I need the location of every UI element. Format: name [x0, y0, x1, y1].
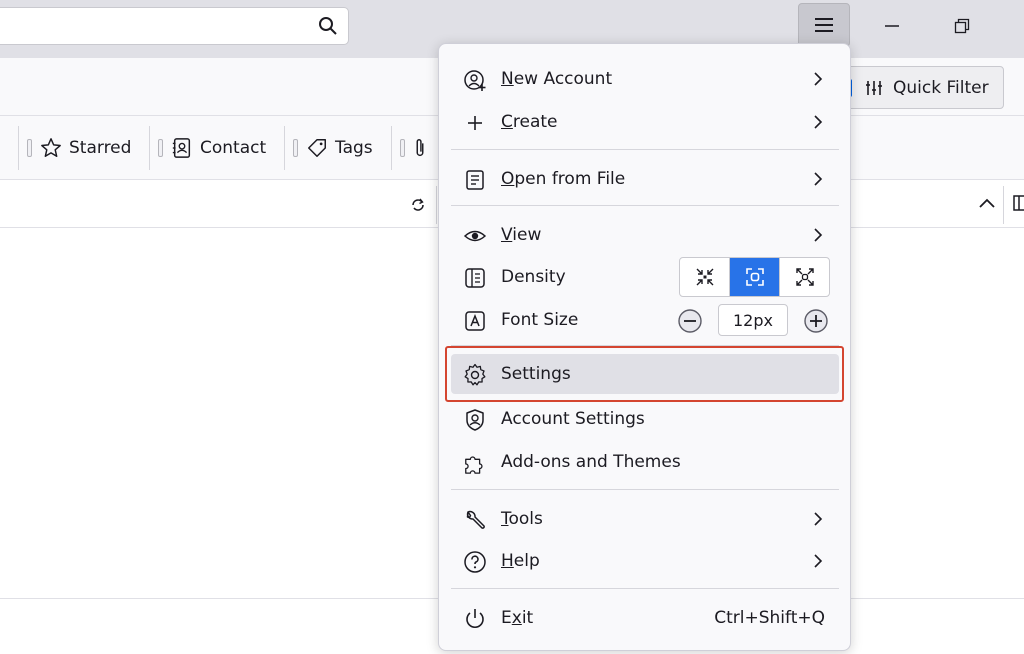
sort-ascending-icon[interactable] [978, 196, 996, 210]
menu-item-addons-themes[interactable]: Add-ons and Themes [451, 442, 839, 482]
menu-item-exit[interactable]: Exit Ctrl+Shift+Q [451, 598, 839, 638]
quick-filter-button[interactable]: Quick Filter [846, 66, 1004, 109]
font-size-value[interactable]: 12px [718, 304, 788, 336]
puzzle-piece-icon [465, 456, 483, 474]
chevron-right-icon [814, 228, 823, 242]
restore-icon [954, 18, 970, 34]
expand-icon [795, 268, 814, 286]
chevron-right-icon [814, 172, 823, 186]
filter-attachment[interactable] [391, 126, 438, 170]
restore-button[interactable] [942, 8, 982, 44]
font-size-icon [465, 311, 485, 331]
menu-item-new-account[interactable]: New Account [451, 59, 839, 99]
minimize-icon [885, 25, 899, 27]
menu-item-view[interactable]: View [451, 215, 839, 255]
plus-icon [468, 116, 482, 130]
filter-contact[interactable]: Contact [149, 126, 284, 170]
addons-label: Add-ons and Themes [501, 452, 681, 472]
menu-separator [451, 489, 839, 490]
density-normal-button[interactable] [730, 258, 780, 296]
address-book-icon [172, 138, 191, 158]
filter-starred[interactable]: Starred [18, 126, 149, 170]
eye-icon [463, 230, 487, 242]
menu-item-create[interactable]: Create [451, 102, 839, 142]
thread-sync-icon[interactable] [409, 196, 427, 214]
chevron-right-icon [814, 554, 823, 568]
settings-highlight-frame [445, 346, 844, 402]
star-icon [41, 138, 61, 157]
chevron-right-icon [814, 512, 823, 526]
menu-item-account-settings[interactable]: Account Settings [451, 399, 839, 439]
exit-shortcut: Ctrl+Shift+Q [714, 608, 825, 628]
density-touch-button[interactable] [780, 258, 829, 296]
chevron-right-icon [814, 72, 823, 86]
power-icon [466, 609, 484, 628]
menu-item-open-from-file[interactable]: Open from File [451, 159, 839, 199]
help-label: Help [501, 551, 540, 571]
tag-icon [308, 139, 326, 157]
menu-item-tools[interactable]: Tools [451, 499, 839, 539]
file-icon [466, 170, 484, 190]
density-compact-button[interactable] [680, 258, 730, 296]
filter-tags[interactable]: Tags [284, 126, 391, 170]
menu-separator [451, 588, 839, 589]
tools-label: Tools [501, 509, 543, 529]
create-label: Create [501, 112, 558, 132]
open-from-file-label: Open from File [501, 169, 626, 189]
account-settings-icon [466, 409, 484, 431]
search-input[interactable] [0, 7, 349, 45]
compress-icon [696, 268, 713, 286]
filter-sliders-icon [866, 80, 882, 95]
menu-separator [451, 205, 839, 206]
menu-separator [451, 149, 839, 150]
help-icon [464, 551, 486, 573]
new-account-icon [464, 70, 486, 91]
new-account-label: New Account [501, 69, 613, 89]
filter-contact-label: Contact [200, 138, 267, 158]
minimize-button[interactable] [872, 8, 912, 44]
exit-label: Exit [501, 608, 534, 628]
focus-frame-icon [745, 268, 764, 286]
search-icon[interactable] [318, 16, 338, 36]
density-icon [465, 268, 485, 288]
filter-tags-label: Tags [335, 138, 373, 158]
font-size-increase-icon[interactable] [803, 308, 829, 334]
font-size-label: Font Size [501, 310, 579, 330]
app-menu-button[interactable] [798, 3, 850, 47]
column-picker-icon[interactable] [1013, 194, 1024, 212]
density-label: Density [501, 267, 566, 287]
app-menu: New Account Create Open from File View D… [438, 43, 851, 651]
hamburger-icon [815, 18, 833, 32]
paperclip-icon [416, 139, 424, 156]
wrench-icon [466, 510, 485, 529]
quick-filter-label: Quick Filter [893, 77, 989, 98]
density-selector [679, 257, 830, 297]
view-label: View [501, 225, 542, 245]
font-size-decrease-icon[interactable] [677, 308, 703, 334]
filter-starred-label: Starred [69, 138, 132, 158]
account-settings-label: Account Settings [501, 409, 645, 429]
menu-item-help[interactable]: Help [451, 541, 839, 581]
chevron-right-icon [814, 115, 823, 129]
